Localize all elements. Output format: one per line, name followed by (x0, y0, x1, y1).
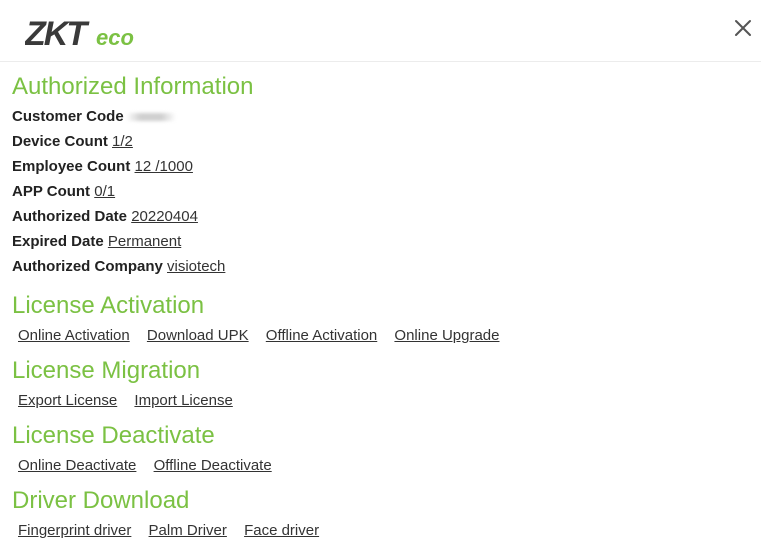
driver-download-links: Fingerprint driver Palm Driver Face driv… (12, 518, 749, 544)
offline-activation-link[interactable]: Offline Activation (266, 327, 377, 344)
expired-date-row: Expired Date Permanent (12, 229, 749, 254)
device-count-label: Device Count (12, 133, 108, 150)
license-deactivate-links: Online Deactivate Offline Deactivate (12, 453, 749, 479)
device-count-value[interactable]: 1/2 (112, 133, 133, 150)
logo-text-main: ZKT (25, 15, 90, 50)
customer-code-value-blurred (125, 113, 176, 122)
authorized-information-title: Authorized Information (12, 73, 254, 100)
license-activation-links: Online Activation Download UPK Offline A… (12, 323, 749, 349)
license-deactivate-title: License Deactivate (12, 422, 215, 449)
offline-deactivate-link[interactable]: Offline Deactivate (154, 457, 272, 474)
employee-count-value[interactable]: 12 /1000 (135, 158, 193, 175)
app-count-value[interactable]: 0/1 (94, 183, 115, 200)
export-license-link[interactable]: Export License (18, 392, 117, 409)
logo-text-accent: eco (96, 25, 134, 50)
import-license-link[interactable]: Import License (134, 392, 232, 409)
license-migration-title: License Migration (12, 357, 201, 384)
face-driver-link[interactable]: Face driver (244, 522, 319, 539)
close-button[interactable] (733, 18, 753, 38)
online-deactivate-link[interactable]: Online Deactivate (18, 457, 136, 474)
expired-date-value[interactable]: Permanent (108, 233, 181, 250)
palm-driver-link[interactable]: Palm Driver (149, 522, 227, 539)
authorized-company-label: Authorized Company (12, 258, 163, 275)
license-dialog: ZKT eco Authorized Information Customer … (0, 0, 761, 549)
download-upk-link[interactable]: Download UPK (147, 327, 249, 344)
authorized-date-row: Authorized Date 20220404 (12, 204, 749, 229)
device-count-row: Device Count 1/2 (12, 129, 749, 154)
online-upgrade-link[interactable]: Online Upgrade (394, 327, 499, 344)
authorized-company-row: Authorized Company visiotech (12, 254, 749, 279)
license-activation-title: License Activation (12, 292, 205, 319)
expired-date-label: Expired Date (12, 233, 104, 250)
close-icon (735, 20, 751, 36)
dialog-header: ZKT eco (0, 0, 761, 62)
authorized-company-value[interactable]: visiotech (167, 258, 225, 275)
fingerprint-driver-link[interactable]: Fingerprint driver (18, 522, 131, 539)
employee-count-label: Employee Count (12, 158, 131, 175)
license-migration-links: Export License Import License (12, 388, 749, 414)
online-activation-link[interactable]: Online Activation (18, 327, 130, 344)
driver-download-title: Driver Download (12, 487, 190, 514)
employee-count-row: Employee Count 12 /1000 (12, 154, 749, 179)
dialog-content: Authorized Information Customer Code Dev… (12, 70, 749, 549)
zkteco-logo: ZKT eco (25, 15, 134, 50)
app-count-row: APP Count 0/1 (12, 179, 749, 204)
customer-code-row: Customer Code (12, 104, 749, 129)
app-count-label: APP Count (12, 183, 91, 200)
authorized-date-value[interactable]: 20220404 (131, 208, 198, 225)
customer-code-label: Customer Code (12, 108, 124, 125)
authorized-date-label: Authorized Date (12, 208, 128, 225)
